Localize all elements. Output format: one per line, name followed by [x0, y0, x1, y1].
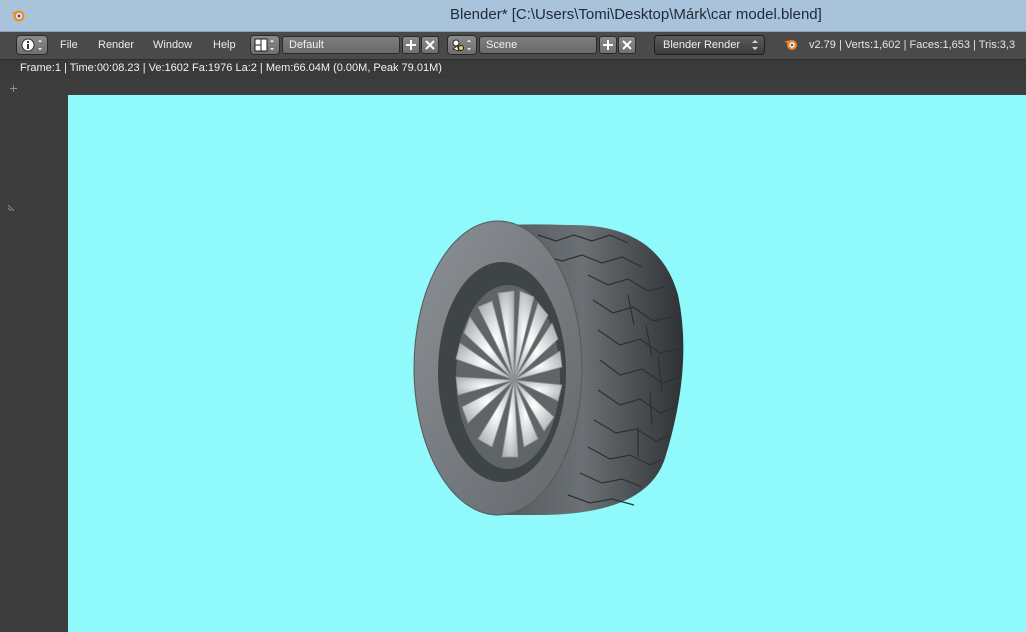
menu-help[interactable]: Help: [213, 39, 236, 51]
screen-layout-field[interactable]: Default: [282, 36, 400, 54]
add-scene-button[interactable]: [599, 36, 617, 54]
render-engine-label: Blender Render: [663, 39, 741, 51]
menu-window[interactable]: Window: [153, 39, 192, 51]
delete-scene-button[interactable]: [618, 36, 636, 54]
menu-file[interactable]: File: [60, 39, 78, 51]
render-view-top-strip: [68, 79, 1026, 95]
editor-type-button[interactable]: [16, 35, 48, 55]
close-icon: [622, 40, 632, 50]
area-resize-grip-icon[interactable]: [8, 205, 14, 211]
image-editor-sidebar: [0, 79, 68, 632]
scene-field[interactable]: Scene: [479, 36, 597, 54]
scene-icon: [452, 39, 471, 52]
close-icon: [425, 40, 435, 50]
menu-render[interactable]: Render: [98, 39, 134, 51]
add-icon: [603, 40, 613, 50]
add-icon: [406, 40, 416, 50]
render-result-image[interactable]: [68, 95, 1026, 632]
screen-layout-browse-button[interactable]: [250, 35, 280, 55]
info-header: File Render Window Help Default Scene Bl…: [0, 32, 1026, 60]
screen-layout-icon: [254, 38, 274, 52]
blender-logo-icon: [11, 10, 25, 22]
render-engine-dropdown[interactable]: Blender Render: [654, 35, 765, 55]
chevron-updown-icon: [752, 40, 758, 50]
scene-statistics: v2.79 | Verts:1,602 | Faces:1,653 | Tris…: [809, 39, 1016, 51]
render-info-text: Frame:1 | Time:00:08.23 | Ve:1602 Fa:197…: [20, 62, 442, 74]
toolshelf-toggle[interactable]: +: [9, 82, 18, 95]
info-editor-icon: [21, 38, 42, 52]
window-titlebar[interactable]: Blender* [C:\Users\Tomi\Desktop\Márk\car…: [0, 0, 1026, 32]
car-wheel-render: [413, 220, 684, 516]
scene-browse-button[interactable]: [447, 35, 477, 55]
delete-layout-button[interactable]: [421, 36, 439, 54]
add-layout-button[interactable]: [402, 36, 420, 54]
window-title: Blender* [C:\Users\Tomi\Desktop\Márk\car…: [450, 6, 822, 23]
render-icon[interactable]: [782, 36, 800, 54]
